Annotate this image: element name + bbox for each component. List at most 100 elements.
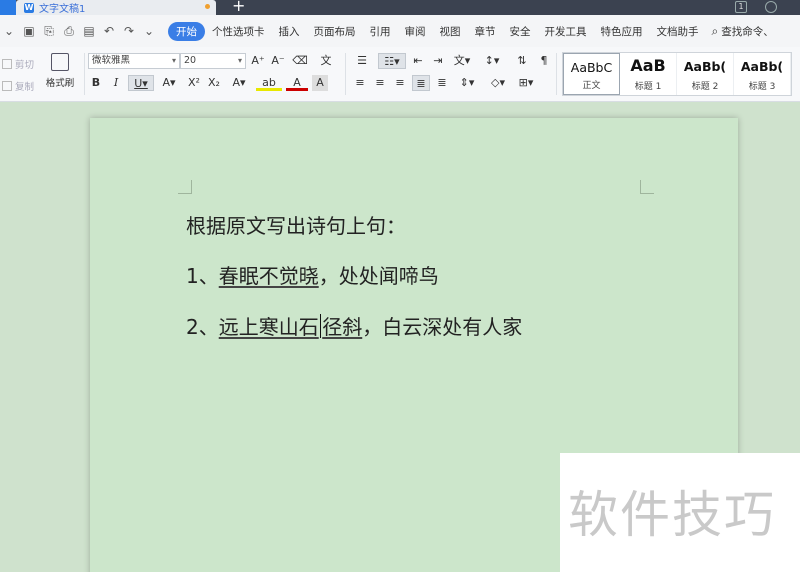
shading-icon[interactable]: ◇▾ [486,75,510,91]
new-tab-button[interactable]: + [232,0,245,14]
style-heading-2[interactable]: AaBb( 标题 2 [677,53,734,95]
text-effect-icon[interactable]: A▾ [228,75,250,91]
window-menu-icon[interactable]: 1 [735,1,747,13]
decrease-indent-icon[interactable]: ⇤ [410,53,426,69]
document-tab-title: 文字文稿1 [39,4,86,15]
print-preview-icon[interactable]: ▤ [82,24,96,38]
style-normal[interactable]: AaBbC 正文 [563,53,620,95]
tab-doc-assistant[interactable]: 文档助手 [650,24,706,39]
tab-insert[interactable]: 插入 [272,24,307,39]
sort-icon[interactable]: ⇅ [510,53,534,69]
watermark-text: 软件技巧 [568,486,776,544]
phonetic-guide-icon[interactable]: 文 [314,53,338,69]
ribbon-tabs: 开始 个性选项卡 插入 页面布局 引用 审阅 视图 章节 安全 开发工具 特色应… [168,21,706,41]
margin-corner-mark [178,180,192,194]
home-tab-chip[interactable] [0,0,16,15]
justify-icon[interactable]: ≣ [412,75,430,91]
tab-review[interactable]: 审阅 [398,24,433,39]
tab-home[interactable]: 开始 [168,21,205,41]
underline-icon[interactable]: U▾ [128,75,154,91]
copy-button[interactable]: 复制 [2,79,34,93]
style-heading-3[interactable]: AaBb( 标题 3 [734,53,791,95]
chinese-layout-icon[interactable]: 文▾ [450,53,474,69]
show-marks-icon[interactable]: ¶ [536,53,552,69]
redo-icon[interactable]: ↷ [122,24,136,38]
font-name-value: 微软雅黑 [92,55,131,66]
list-number: 2、 [186,315,219,339]
list-number: 1、 [186,264,219,288]
bold-icon[interactable]: B [88,75,104,91]
tab-references[interactable]: 引用 [363,24,398,39]
borders-icon[interactable]: ⊞▾ [514,75,538,91]
doc-line-3[interactable]: 2、远上寒山石 径斜，白云深处有人家 [186,311,522,340]
underlined-answer: 径斜 [322,315,363,339]
align-left-icon[interactable]: ≡ [352,75,368,91]
chevron-down-icon: ▾ [237,56,242,65]
doc-line-2[interactable]: 1、春眠不觉晓，处处闻啼鸟 [186,260,439,289]
increase-indent-icon[interactable]: ⇥ [430,53,446,69]
char-shading-icon[interactable]: A [312,75,328,91]
title-tab-bar: W 文字文稿1 + 1 [0,0,800,15]
tab-page-layout[interactable]: 页面布局 [307,24,363,39]
subscript-icon[interactable]: X₂ [206,75,222,91]
divider [345,53,346,95]
home-ribbon: 剪切 复制 格式刷 微软雅黑 ▾ 20 ▾ A⁺ A⁻ ⌫ 文 B I U▾ A… [0,47,800,102]
paragraph-spacing-icon[interactable]: ⇕▾ [454,75,480,91]
divider [556,53,557,95]
paintbrush-icon [51,53,69,71]
align-right-icon[interactable]: ≡ [392,75,408,91]
tab-view[interactable]: 视图 [433,24,468,39]
highlight-icon[interactable]: ab [256,75,282,91]
copy-icon [2,81,12,91]
text-cursor [319,314,322,338]
doc-line-1[interactable]: 根据原文写出诗句上句： [186,210,406,239]
tab-security[interactable]: 安全 [503,24,538,39]
clear-format-icon[interactable]: ⌫ [292,53,308,69]
customize-quick-access-icon[interactable]: ⌄ [142,24,156,38]
style-heading-1[interactable]: AaB 标题 1 [620,53,677,95]
style-sample: AaBb( [683,59,727,74]
cut-label: 剪切 [15,60,35,71]
tab-developer[interactable]: 开发工具 [538,24,594,39]
cut-button[interactable]: 剪切 [2,57,34,71]
save-icon[interactable]: ▣ [22,24,36,38]
font-color-icon[interactable]: A [286,75,308,91]
quick-access-toolbar: ⌄ ▣ ⎘ ⎙ ▤ ↶ ↷ ⌄ [2,24,162,38]
style-name: 标题 1 [634,82,662,92]
italic-icon[interactable]: I [108,75,124,91]
styles-gallery: AaBbC 正文 AaB 标题 1 AaBb( 标题 2 AaBb( 标题 3 [562,52,792,96]
font-size-select[interactable]: 20 ▾ [180,53,246,69]
bullet-list-icon[interactable]: ☰ [352,53,372,69]
line-spacing-icon[interactable]: ↕▾ [480,53,504,69]
format-painter-button[interactable]: 格式刷 [42,53,78,89]
writer-doc-icon: W [24,2,34,13]
print-icon[interactable]: ⎙ [62,24,76,38]
numbered-list-icon[interactable]: ☷▾ [378,53,406,69]
style-sample: AaB [630,56,666,75]
font-name-select[interactable]: 微软雅黑 ▾ [88,53,180,69]
strikethrough-icon[interactable]: A▾ [158,75,180,91]
style-sample: AaBb( [740,59,784,74]
superscript-icon[interactable]: X² [186,75,202,91]
style-name: 标题 3 [748,82,776,92]
tab-sections[interactable]: 章节 [468,24,503,39]
tab-special-apps[interactable]: 特色应用 [594,24,650,39]
command-search[interactable]: ⌕ 查找命令、 [712,24,774,39]
style-sample: AaBbC [570,60,613,75]
align-center-icon[interactable]: ≡ [372,75,388,91]
format-painter-label: 格式刷 [45,78,75,89]
undo-icon[interactable]: ↶ [102,24,116,38]
chevron-down-icon[interactable]: ⌄ [2,24,16,38]
shrink-font-icon[interactable]: A⁻ [270,53,286,69]
export-pdf-icon[interactable]: ⎘ [42,24,56,38]
chevron-down-icon: ▾ [171,56,176,65]
distributed-align-icon[interactable]: ≣ [434,75,450,91]
tab-personalize[interactable]: 个性选项卡 [205,24,272,39]
grow-font-icon[interactable]: A⁺ [250,53,266,69]
line-3-rest: ，白云深处有人家 [362,315,523,339]
document-tab[interactable]: W 文字文稿1 [16,0,216,15]
skin-icon[interactable] [765,1,777,13]
command-search-label: 查找命令、 [721,25,774,38]
font-size-value: 20 [184,55,197,66]
watermark-overlay: 软件技巧 [560,453,800,572]
